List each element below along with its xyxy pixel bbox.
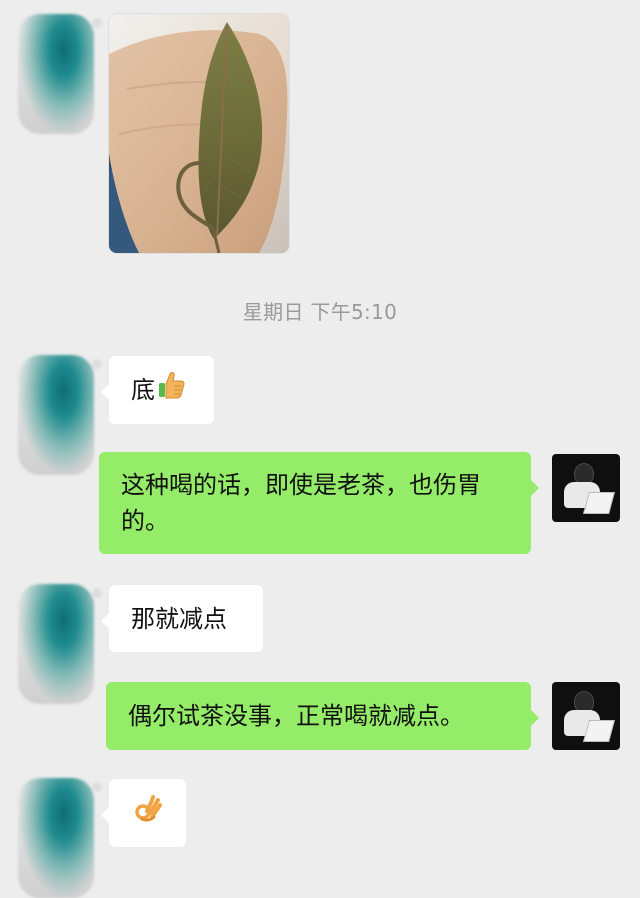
message-text: 那就减点 bbox=[131, 604, 227, 633]
ok-hand-icon bbox=[134, 793, 164, 833]
contact-avatar[interactable] bbox=[18, 584, 102, 704]
tea-leaf-photo-message[interactable] bbox=[109, 14, 289, 253]
contact-avatar[interactable] bbox=[18, 778, 102, 898]
message-bubble-incoming[interactable] bbox=[101, 779, 186, 847]
tea-leaf-photo bbox=[109, 14, 289, 253]
message-bubble-outgoing[interactable]: 这种喝的话，即使是老茶，也伤胃的。 bbox=[99, 452, 539, 554]
message-text: 这种喝的话，即使是老茶，也伤胃的。 bbox=[121, 471, 481, 535]
my-avatar[interactable] bbox=[552, 682, 620, 750]
thumbs-up-icon bbox=[157, 370, 185, 410]
timestamp: 星期日 下午5:10 bbox=[242, 300, 398, 324]
message-bubble-outgoing[interactable]: 偶尔试茶没事，正常喝就减点。 bbox=[106, 682, 539, 750]
message-text: 偶尔试茶没事，正常喝就减点。 bbox=[128, 702, 464, 730]
contact-avatar[interactable] bbox=[18, 355, 102, 475]
message-bubble-incoming[interactable]: 那就减点 bbox=[101, 585, 263, 652]
contact-avatar[interactable] bbox=[18, 14, 102, 134]
my-avatar[interactable] bbox=[552, 454, 620, 522]
message-bubble-incoming[interactable]: 底 bbox=[101, 356, 214, 424]
message-text: 底 bbox=[131, 376, 155, 404]
